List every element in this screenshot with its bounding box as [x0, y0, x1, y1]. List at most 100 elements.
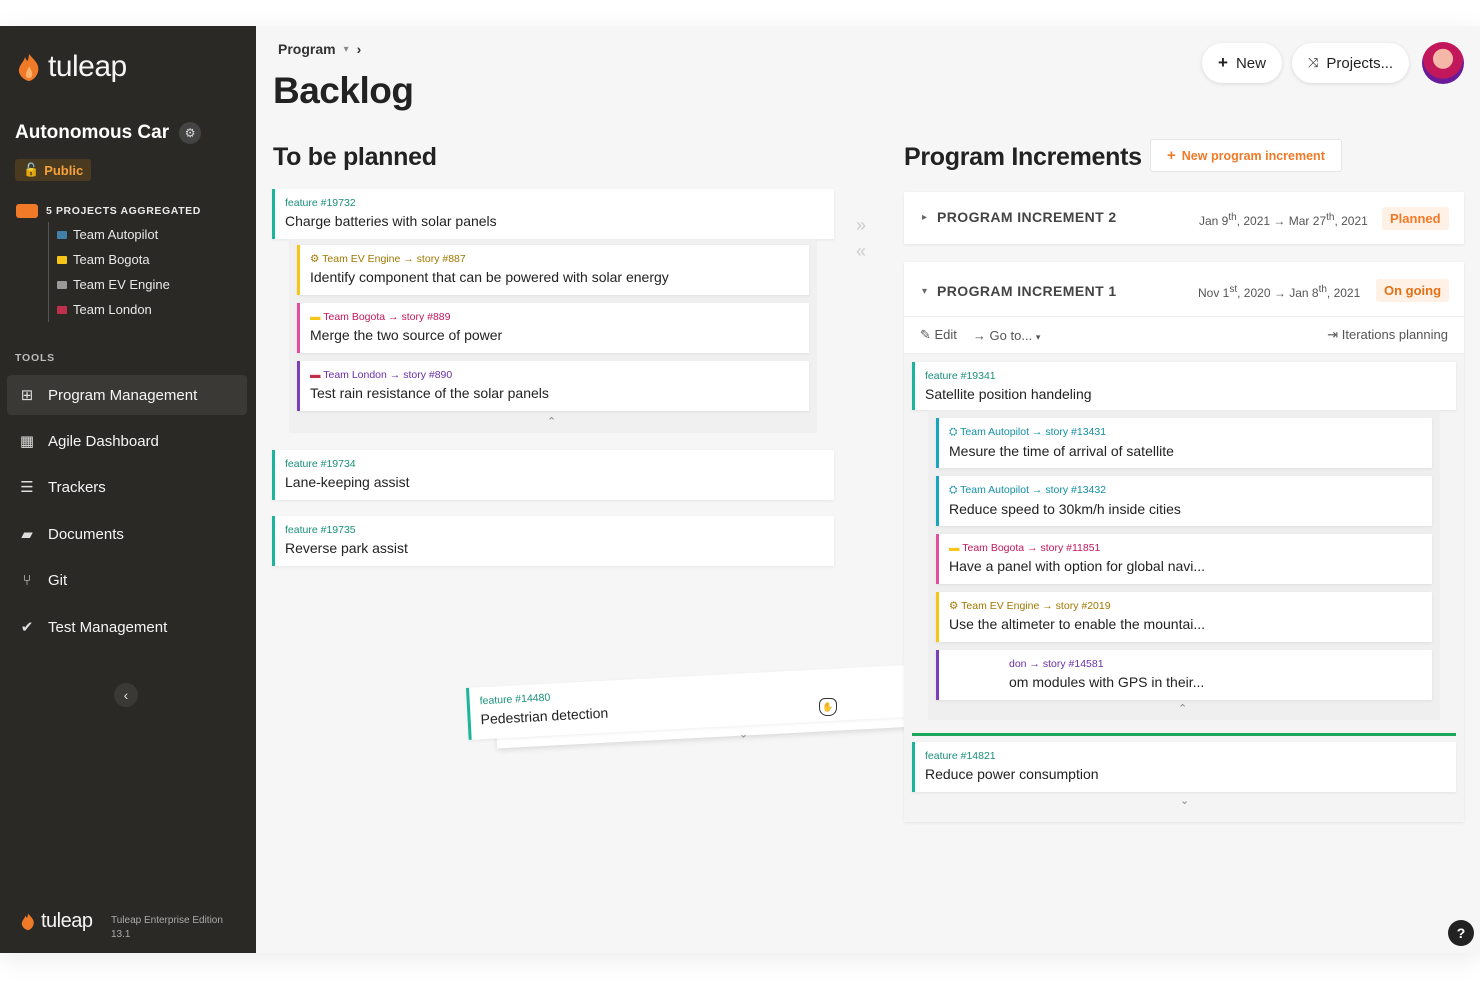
feature-card[interactable]: feature #14821 Reduce power consumption — [912, 742, 1456, 792]
unlock-icon: 🔓 — [23, 162, 40, 177]
story-ref[interactable]: don → story #14581 — [949, 658, 1422, 670]
edit-link[interactable]: ✎ Edit — [920, 327, 957, 343]
story-card[interactable]: ▬ Team London → story #890 Test rain res… — [297, 361, 809, 411]
pi-start-sup: th — [1228, 212, 1237, 223]
project-name[interactable]: Autonomous Car ⚙ — [15, 122, 202, 144]
tool-test-management[interactable]: ✔ Test Management — [7, 607, 247, 647]
avatar[interactable] — [1422, 42, 1464, 84]
arrow-right-icon: → — [972, 327, 990, 343]
double-chevron-right-icon: » — [856, 215, 867, 235]
pi-start: Nov 1 — [1198, 286, 1230, 300]
tool-agile-dashboard[interactable]: ▦ Agile Dashboard — [7, 421, 247, 461]
goto-label: Go to... — [989, 327, 1033, 343]
feature-card[interactable]: feature #19734 Lane-keeping assist — [272, 450, 834, 500]
story-card[interactable]: ⛭ Team Autopilot → story #13432 Reduce s… — [936, 476, 1432, 526]
gear-icon[interactable]: ⚙ — [179, 122, 202, 144]
story-title: om modules with GPS in their... — [1009, 674, 1205, 690]
story-card[interactable]: don → story #14581 om modules with GPS i… — [936, 650, 1432, 700]
team-london-flag-icon — [57, 305, 67, 314]
tool-git[interactable]: ⑂ Git — [7, 560, 247, 600]
tool-label: Agile Dashboard — [48, 432, 159, 450]
caret-right-icon[interactable]: ▸ — [922, 212, 927, 223]
main-content: Program ▾ › Backlog + New ⤨ Projects... … — [256, 26, 1480, 953]
story-card[interactable]: ▬ Team Bogota → story #11851 Have a pane… — [936, 534, 1432, 584]
pi-start: Jan 9 — [1199, 214, 1229, 228]
visibility-badge: 🔓 Public — [15, 159, 92, 181]
story-ref[interactable]: ▬ Team London → story #890 — [310, 369, 799, 381]
pi-end: Jan 8 — [1289, 286, 1319, 300]
story-ref[interactable]: ⛭ Team Autopilot → story #13431 — [949, 426, 1422, 439]
story-ref-text: don → story #14581 — [1009, 658, 1104, 670]
tool-label: Documents — [48, 525, 124, 543]
tool-program-management[interactable]: ⊞ Program Management — [7, 375, 247, 415]
feature-card[interactable]: feature #19341 Satellite position handel… — [912, 362, 1456, 410]
story-ref-text: Team Bogota → story #889 — [323, 311, 451, 323]
story-ref[interactable]: ▬ Team Bogota → story #889 — [310, 311, 799, 323]
chevron-up-icon[interactable]: ⌃ — [1178, 702, 1187, 715]
team-item[interactable]: Team EV Engine — [57, 272, 170, 297]
status-badge: Planned — [1382, 207, 1449, 230]
folder-icon: ▰ — [21, 526, 33, 543]
feature-ref[interactable]: feature #19732 — [285, 197, 824, 209]
collapse-sidebar-button[interactable]: ‹ — [114, 683, 138, 707]
chevron-down-icon[interactable]: ⌄ — [1180, 794, 1189, 807]
pi-end-sup: th — [1318, 284, 1327, 295]
pi-header[interactable]: ▸ PROGRAM INCREMENT 2 — [904, 192, 1464, 242]
pi-start-year: , 2020 — [1237, 286, 1271, 300]
team-item[interactable]: Team Bogota — [57, 247, 170, 272]
feature-ref[interactable]: feature #19735 — [285, 524, 824, 536]
help-button[interactable]: ? — [1448, 920, 1474, 946]
chevron-up-icon[interactable]: ⌃ — [547, 415, 556, 428]
team-item[interactable]: Team Autopilot — [57, 222, 170, 247]
feature-title: Reverse park assist — [285, 540, 408, 556]
pi-name: PROGRAM INCREMENT 1 — [937, 283, 1117, 299]
tool-trackers[interactable]: ☰ Trackers — [7, 467, 247, 507]
breadcrumb[interactable]: Program ▾ › — [278, 41, 361, 57]
story-card[interactable]: ▬ Team Bogota → story #889 Merge the two… — [297, 303, 809, 353]
pi-end: Mar 27 — [1288, 214, 1327, 228]
tuleap-flame-icon — [21, 913, 34, 931]
new-button[interactable]: + New — [1202, 43, 1282, 83]
aggregated-text: 5 PROJECTS AGGREGATED — [46, 205, 201, 217]
tool-documents[interactable]: ▰ Documents — [7, 514, 247, 554]
story-ref[interactable]: ⚙ Team EV Engine → story #2019 — [949, 600, 1422, 612]
story-card[interactable]: ⚙ Team EV Engine → story #887 Identify c… — [297, 245, 809, 295]
story-ref[interactable]: ▬ Team Bogota → story #11851 — [949, 542, 1422, 554]
pi-end-year: , 2021 — [1334, 214, 1368, 228]
chevron-right-icon: › — [356, 41, 362, 57]
feature-ref[interactable]: feature #19341 — [925, 370, 1446, 382]
feature-ref[interactable]: feature #14821 — [925, 750, 1446, 762]
team-item[interactable]: Team London — [57, 297, 170, 322]
program-increment-2[interactable]: ▸ PROGRAM INCREMENT 2 Jan 9th, 2021 → Ma… — [904, 192, 1464, 244]
new-program-increment-button[interactable]: + New program increment — [1150, 139, 1342, 172]
team-ev-engine-icon — [57, 280, 67, 289]
program-increments-title: Program Increments — [904, 143, 1142, 171]
breadcrumb-program[interactable]: Program — [278, 41, 336, 57]
feature-children: ⛭ Team Autopilot → story #13431 Mesure t… — [928, 410, 1440, 720]
tool-label: Program Management — [48, 386, 198, 404]
tuleap-logo[interactable]: tuleap — [16, 50, 127, 84]
tool-label: Test Management — [48, 618, 168, 636]
feature-ref[interactable]: feature #19734 — [285, 458, 824, 470]
chevron-down-icon[interactable]: ⌄ — [738, 727, 749, 740]
caret-down-icon: ▾ — [1035, 331, 1041, 342]
story-ref[interactable]: ⚙ Team EV Engine → story #887 — [310, 253, 799, 265]
grab-cursor-icon: ✋ — [819, 698, 837, 716]
projects-button[interactable]: ⤨ Projects... — [1292, 43, 1410, 83]
caret-down-icon[interactable]: ▾ — [922, 286, 927, 297]
feature-card[interactable]: feature #19735 Reverse park assist — [272, 516, 834, 566]
team-label: Team Autopilot — [73, 227, 159, 242]
goto-dropdown[interactable]: → Go to... ▾ — [973, 328, 1040, 343]
story-card[interactable]: ⚙ Team EV Engine → story #2019 Use the a… — [936, 592, 1432, 642]
feature-card[interactable]: feature #19732 Charge batteries with sol… — [272, 189, 834, 239]
iterations-planning-link[interactable]: ⇥ Iterations planning — [1327, 327, 1448, 343]
gear-icon: ⚙ — [949, 600, 962, 612]
story-ref[interactable]: ⛭ Team Autopilot → story #13432 — [949, 484, 1422, 497]
story-ref-text: Team Autopilot → story #13432 — [960, 484, 1107, 496]
program-increment-1[interactable]: ▾ PROGRAM INCREMENT 1 Nov 1st, 2020 → Ja… — [904, 262, 1464, 822]
caret-down-icon[interactable]: ▾ — [344, 44, 349, 55]
aggregated-icon — [16, 204, 38, 218]
footer-logo: tuleap — [20, 910, 93, 933]
logo-text: tuleap — [48, 50, 127, 83]
story-card[interactable]: ⛭ Team Autopilot → story #13431 Mesure t… — [936, 418, 1432, 468]
